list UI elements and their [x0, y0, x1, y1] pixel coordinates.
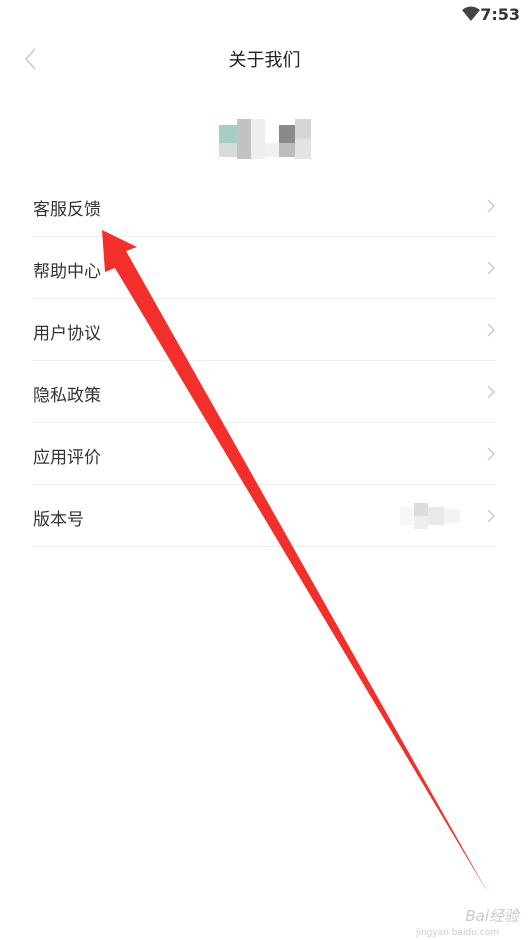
page-title: 关于我们: [228, 50, 301, 71]
chevron-right-icon: [487, 199, 495, 213]
menu-list: 客服反馈 帮助中心 用户协议 隐私政策 应用评价 版本号: [33, 175, 496, 547]
menu-item-label: 客服反馈: [33, 200, 101, 220]
menu-item-help-center[interactable]: 帮助中心: [33, 237, 496, 299]
version-value: [400, 503, 460, 529]
menu-item-privacy-policy[interactable]: 隐私政策: [33, 361, 496, 423]
menu-item-app-rating[interactable]: 应用评价: [33, 423, 496, 485]
chevron-right-icon: [487, 323, 495, 337]
status-time: 7:53: [480, 5, 520, 24]
chevron-right-icon: [487, 385, 495, 399]
menu-item-user-agreement[interactable]: 用户协议: [33, 299, 496, 361]
chevron-right-icon: [487, 509, 495, 523]
menu-item-label: 隐私政策: [33, 386, 101, 406]
menu-item-label: 版本号: [33, 510, 84, 530]
menu-item-version[interactable]: 版本号: [33, 485, 496, 547]
wifi-icon: [462, 6, 480, 21]
app-logo: [219, 119, 311, 159]
menu-item-label: 应用评价: [33, 448, 101, 468]
menu-item-label: 帮助中心: [33, 262, 101, 282]
watermark-url: jingyan.baidu.com: [415, 928, 499, 938]
status-bar: 7:53: [0, 0, 529, 30]
nav-bar: 关于我们: [0, 34, 529, 84]
menu-item-customer-feedback[interactable]: 客服反馈: [33, 175, 496, 237]
watermark: Bai经验: [465, 907, 519, 925]
chevron-right-icon: [487, 261, 495, 275]
menu-item-label: 用户协议: [33, 324, 101, 344]
chevron-right-icon: [487, 447, 495, 461]
